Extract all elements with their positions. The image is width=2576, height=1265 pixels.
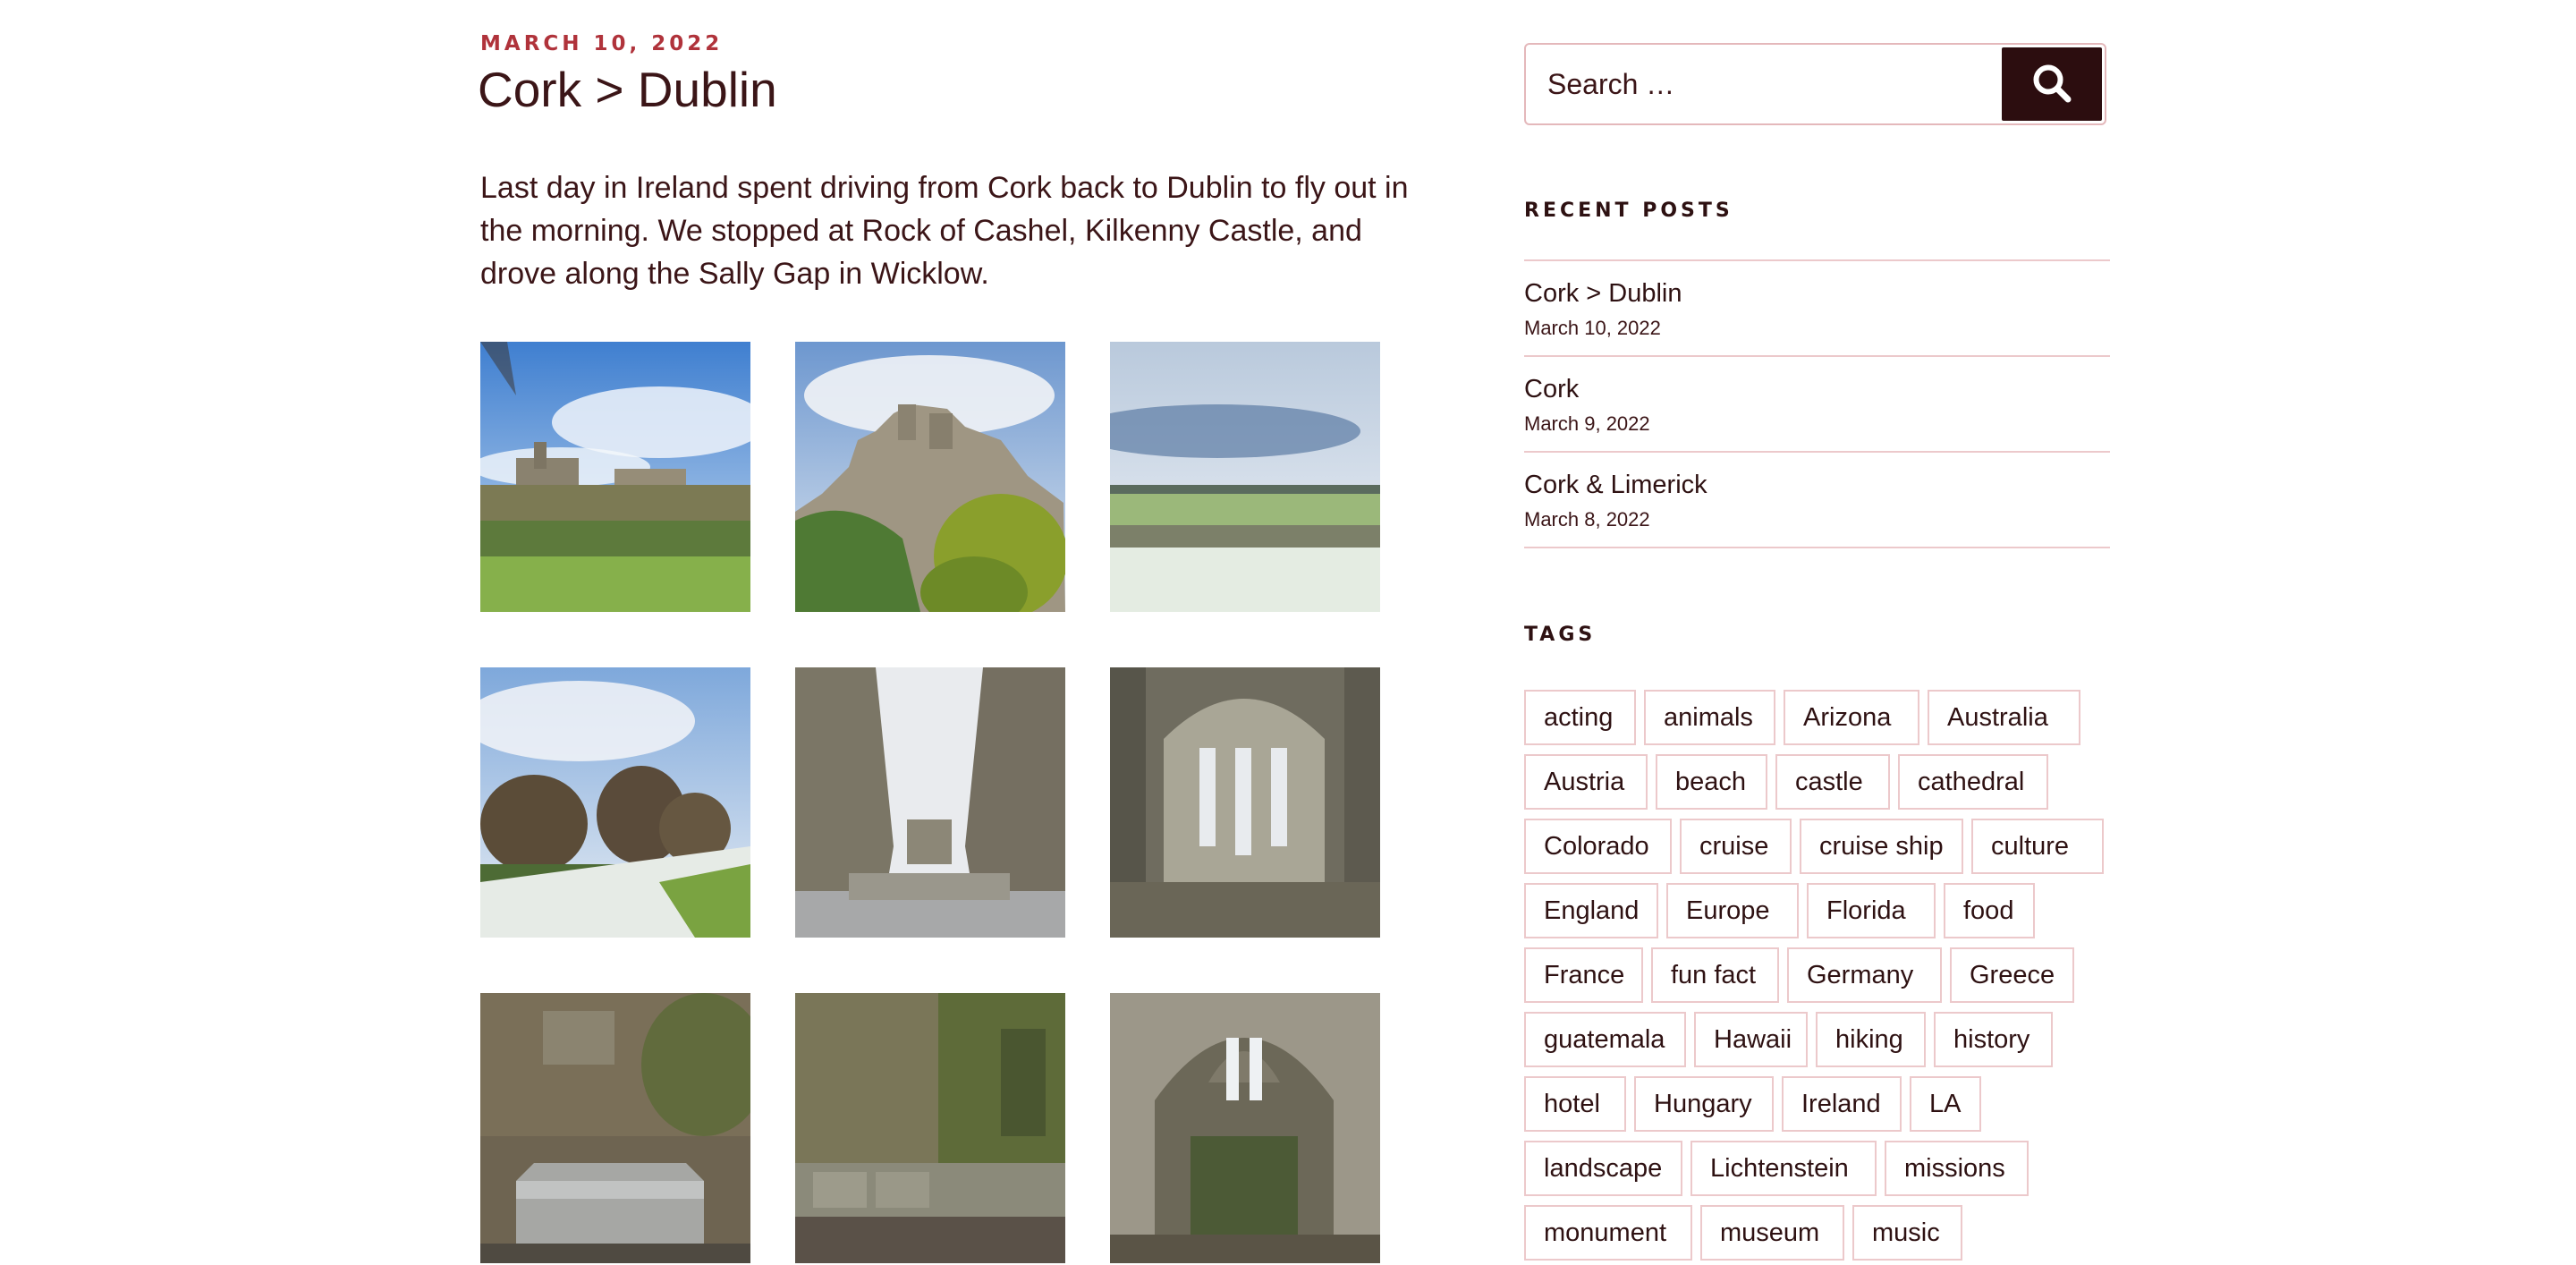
tag-link-hiking[interactable]: hiking xyxy=(1816,1012,1926,1067)
recent-post-date: March 10, 2022 xyxy=(1524,317,1661,339)
gallery-photo-castle-ruins-sky[interactable] xyxy=(480,342,750,612)
gallery-photo-arched-doorway[interactable] xyxy=(1110,993,1380,1263)
search-icon xyxy=(2031,63,2072,106)
post-title[interactable]: Cork > Dublin xyxy=(478,61,777,118)
gallery-photo-trees-snow[interactable] xyxy=(480,667,750,938)
recent-post-link[interactable]: Cork & Limerick xyxy=(1524,471,1707,500)
tag-link-la[interactable]: LA xyxy=(1910,1076,1981,1132)
tag-link-australia[interactable]: Australia xyxy=(1928,690,2080,745)
tag-link-england[interactable]: England xyxy=(1524,883,1658,938)
tag-link-castle[interactable]: castle xyxy=(1775,754,1890,810)
tag-link-colorado[interactable]: Colorado xyxy=(1524,819,1672,874)
tag-link-fun-fact[interactable]: fun fact xyxy=(1651,947,1779,1003)
gallery-photo-cathedral-nave[interactable] xyxy=(795,667,1065,938)
tag-link-lichtenstein[interactable]: Lichtenstein xyxy=(1690,1141,1877,1196)
tag-link-europe[interactable]: Europe xyxy=(1666,883,1799,938)
tag-link-missions[interactable]: missions xyxy=(1885,1141,2029,1196)
post-body: Last day in Ireland spent driving from C… xyxy=(480,171,1409,291)
tag-link-france[interactable]: France xyxy=(1524,947,1643,1003)
tag-link-greece[interactable]: Greece xyxy=(1950,947,2074,1003)
tags-heading: Tags xyxy=(1524,624,1597,646)
tag-link-cathedral[interactable]: cathedral xyxy=(1898,754,2048,810)
search-button[interactable] xyxy=(2002,47,2102,121)
gallery-photo-cathedral-window[interactable] xyxy=(1110,667,1380,938)
tag-link-arizona[interactable]: Arizona xyxy=(1784,690,1919,745)
tag-link-guatemala[interactable]: guatemala xyxy=(1524,1012,1686,1067)
tag-link-hawaii[interactable]: Hawaii xyxy=(1694,1012,1808,1067)
gallery-photo-stone-tomb[interactable] xyxy=(480,993,750,1263)
post-date[interactable]: March 10, 2022 xyxy=(480,32,723,55)
recent-post-link[interactable]: Cork > Dublin xyxy=(1524,279,1682,309)
search-form xyxy=(1524,43,2106,125)
gallery-photo-rock-of-cashel[interactable] xyxy=(795,342,1065,612)
tag-link-culture[interactable]: culture xyxy=(1971,819,2104,874)
tag-link-hotel[interactable]: hotel xyxy=(1524,1076,1626,1132)
tag-link-music[interactable]: music xyxy=(1852,1205,1962,1261)
list-item: Cork & Limerick March 8, 2022 xyxy=(1524,453,2110,548)
tag-link-history[interactable]: history xyxy=(1934,1012,2053,1067)
tag-link-ireland[interactable]: Ireland xyxy=(1782,1076,1902,1132)
tag-link-food[interactable]: food xyxy=(1944,883,2035,938)
list-item: Cork > Dublin March 10, 2022 xyxy=(1524,261,2110,357)
gallery-photo-snowy-field[interactable] xyxy=(1110,342,1380,612)
gallery-photo-mossy-wall[interactable] xyxy=(795,993,1065,1263)
tag-link-beach[interactable]: beach xyxy=(1656,754,1767,810)
recent-posts-list: Cork > Dublin March 10, 2022 Cork March … xyxy=(1524,259,2110,548)
tag-link-hungary[interactable]: Hungary xyxy=(1634,1076,1774,1132)
tag-link-florida[interactable]: Florida xyxy=(1807,883,1936,938)
tag-link-cruise[interactable]: cruise xyxy=(1680,819,1792,874)
recent-post-date: March 8, 2022 xyxy=(1524,508,1650,531)
tag-link-germany[interactable]: Germany xyxy=(1787,947,1942,1003)
tag-link-acting[interactable]: acting xyxy=(1524,690,1636,745)
search-input[interactable] xyxy=(1526,45,2009,123)
tag-link-museum[interactable]: museum xyxy=(1700,1205,1844,1261)
recent-posts-heading: Recent Posts xyxy=(1524,200,1733,222)
tag-link-cruise-ship[interactable]: cruise ship xyxy=(1800,819,1963,874)
recent-post-date: March 9, 2022 xyxy=(1524,412,1650,435)
tag-link-austria[interactable]: Austria xyxy=(1524,754,1648,810)
recent-post-link[interactable]: Cork xyxy=(1524,375,1579,404)
tag-link-landscape[interactable]: landscape xyxy=(1524,1141,1682,1196)
tag-link-animals[interactable]: animals xyxy=(1644,690,1775,745)
photo-gallery xyxy=(480,342,1380,1265)
tag-link-monument[interactable]: monument xyxy=(1524,1205,1692,1261)
list-item: Cork March 9, 2022 xyxy=(1524,357,2110,453)
